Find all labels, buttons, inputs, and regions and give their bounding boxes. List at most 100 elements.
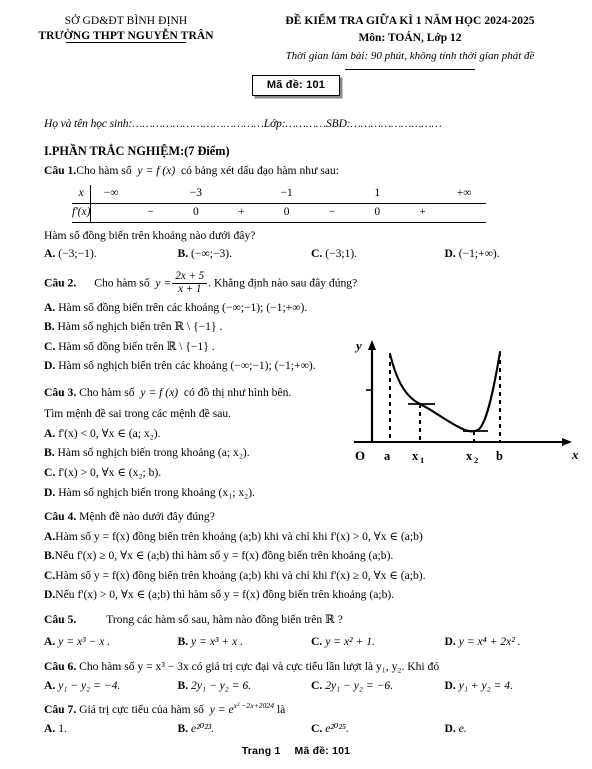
graph-tick-label-x2: x — [466, 449, 473, 463]
question-1-option-b[interactable]: B. (−∞;−3). — [178, 246, 312, 262]
question-5-stem: Trong các hàm số sau, hàm nào đồng biến … — [106, 612, 343, 626]
footer-page-label: Trang 1 — [241, 745, 281, 757]
question-4-stem: Mệnh đề nào dưới đây đúng? — [79, 510, 215, 524]
question-4-option-b[interactable]: B.Nếu f'(x) ≥ 0, ∀x ∈ (a;b) thì hàm số y… — [44, 548, 578, 564]
school-name: TRƯỜNG THPT NGUYỄN TRÂN — [38, 29, 214, 44]
question-3-number: Câu 3. — [44, 385, 77, 399]
question-4-number: Câu 4. — [44, 510, 77, 524]
question-1-option-c[interactable]: C. (−3;1). — [311, 246, 445, 262]
question-1: Câu 1.Cho hàm số y = f (x) có bảng xét d… — [44, 163, 578, 179]
question-7-number: Câu 7. — [44, 702, 77, 716]
question-3-option-c[interactable]: C. f'(x) > 0, ∀x ∈ (x₂; b). — [44, 465, 578, 481]
question-3-stem-post: có đồ thị như hình bên. — [183, 385, 292, 399]
graph-origin-label: O — [355, 448, 365, 463]
question-7-option-a[interactable]: A. 1. — [44, 721, 178, 737]
question-6-options: A. y₁ − y₂ = −4. B. 2y₁ − y₂ = 6. C. 2y₁… — [44, 678, 578, 694]
sign-table-derivative-label: f'(x) — [72, 203, 92, 223]
exam-duration: Thời gian làm bài: 90 phút, không tính t… — [286, 49, 534, 70]
question-7-exponent: x² −2x+2024 — [233, 700, 275, 710]
question-1-subquestion: Hàm số đồng biến trên khoảng nào dưới đâ… — [44, 228, 256, 242]
graph-x-label: x — [571, 447, 579, 462]
question-6: Câu 6. Cho hàm số y = x³ − 3x có giá trị… — [44, 659, 578, 675]
sign-table-question-1: x −∞ −3 −1 1 +∞ f'(x) − 0 + 0 − 0 + — [72, 184, 486, 223]
sign-1: 0 — [170, 203, 222, 223]
sign-0: − — [130, 203, 171, 223]
page-header: SỞ GD&ĐT BÌNH ĐỊNH TRƯỜNG THPT NGUYỄN TR… — [0, 0, 592, 70]
exam-code-box: Mã đề: 101 — [251, 74, 341, 96]
question-5-option-b[interactable]: B. y = x³ + x . — [178, 634, 312, 650]
exam-code-value: 101 — [306, 78, 326, 91]
student-info-line: Họ và tên học sinh:…………………………………Lớp:…………… — [44, 117, 442, 130]
question-6-option-d[interactable]: D. y₁ + y₂ = 4. — [445, 678, 579, 694]
question-5: Câu 5. Trong các hàm số sau, hàm nào đồng… — [44, 612, 578, 628]
exam-title-block: ĐỀ KIỂM TRA GIỮA KÌ 1 NĂM HỌC 2024-2025 … — [240, 14, 580, 70]
table-row-x: x −∞ −3 −1 1 +∞ — [72, 184, 486, 204]
function-graph-figure: y x O a x 1 x 2 b — [350, 334, 586, 464]
section-title: I.PHẦN TRẮC NGHIỆM:(7 Điểm) — [44, 143, 230, 158]
sign-2: + — [221, 203, 261, 223]
question-1-stem-pre: Cho hàm số — [76, 164, 132, 178]
question-2-stem-pre: Cho hàm số — [94, 276, 150, 290]
question-6-option-a[interactable]: A. y₁ − y₂ = −4. — [44, 678, 178, 694]
question-1-formula: y = f (x) — [134, 164, 179, 178]
exam-title: ĐỀ KIỂM TRA GIỮA KÌ 1 NĂM HỌC 2024-2025 — [285, 15, 535, 27]
question-4-option-c[interactable]: C.Hàm số y = f(x) đồng biến trên khoảng … — [44, 568, 578, 584]
question-2-fraction: 2x + 5x + 1 — [172, 270, 208, 296]
question-7-stem-pre: Giá trị cực tiểu của hàm số — [79, 702, 204, 716]
question-7-options: A. 1. B. e²⁰²³. C. e²⁰²⁵. D. e. — [44, 721, 578, 737]
question-5-number: Câu 5. — [44, 612, 77, 626]
question-6-number: Câu 6. — [44, 659, 77, 673]
question-1-option-a[interactable]: A. (−3;−1). — [44, 246, 178, 262]
question-7-option-d[interactable]: D. e. — [445, 721, 579, 737]
sign-3: 0 — [260, 203, 313, 223]
question-2-stem-post: . Khẳng định nào sau đây đúng? — [208, 276, 358, 290]
question-4-option-d[interactable]: D.Nếu f'(x) > 0, ∀x ∈ (a;b) thì hàm số y… — [44, 587, 578, 603]
question-6-option-b[interactable]: B. 2y₁ − y₂ = 6. — [178, 678, 312, 694]
x-value-1: −3 — [170, 184, 222, 204]
question-4: Câu 4. Mệnh đề nào dưới đây đúng? — [44, 509, 578, 525]
graph-tick-label-x1-sub: 1 — [420, 455, 424, 464]
x-value-4: +∞ — [442, 184, 486, 204]
exam-code-label: Mã đề: — [266, 78, 303, 91]
question-1-options: A. (−3;−1). B. (−∞;−3). C. (−3;1). D. (−… — [44, 246, 578, 262]
department-name: SỞ GD&ĐT BÌNH ĐỊNH — [64, 15, 188, 27]
graph-tick-label-a: a — [384, 449, 391, 463]
graph-tick-label-b: b — [496, 449, 503, 463]
table-row-derivative: f'(x) − 0 + 0 − 0 + — [72, 203, 486, 223]
question-7-option-b[interactable]: B. e²⁰²³. — [178, 721, 312, 737]
question-5-option-c[interactable]: C. y = x² + 1. — [311, 634, 445, 650]
question-7-stem-post: là — [276, 702, 286, 716]
graph-tick-label-x2-sub: 2 — [474, 455, 478, 464]
question-1-option-d[interactable]: D. (−1;+∞). — [445, 246, 579, 262]
question-2-option-a[interactable]: A. Hàm số đồng biến trên các khoảng (−∞;… — [44, 300, 578, 316]
question-1-number: Câu 1. — [44, 164, 77, 178]
exam-page: SỞ GD&ĐT BÌNH ĐỊNH TRƯỜNG THPT NGUYỄN TR… — [0, 0, 592, 769]
question-2: Câu 2. Cho hàm số y = 2x + 5x + 1. Khẳng đ… — [44, 269, 358, 296]
question-2-number: Câu 2. — [44, 276, 77, 290]
sign-6: + — [402, 203, 443, 223]
graph-y-label: y — [354, 338, 362, 353]
question-5-option-a[interactable]: A. y = x³ − x . — [44, 634, 178, 650]
question-2-option-b[interactable]: B. Hàm số nghịch biến trên ℝ \ {−1} . — [44, 319, 578, 335]
sign-table-x-label: x — [72, 184, 92, 204]
x-value-0: −∞ — [90, 184, 131, 204]
question-6-option-c[interactable]: C. 2y₁ − y₂ = −6. — [311, 678, 445, 694]
sign-5: 0 — [351, 203, 403, 223]
graph-tick-label-x1: x — [412, 449, 419, 463]
question-1-stem-post: có bảng xét dấu đạo hàm như sau: — [181, 164, 339, 178]
question-3-option-d[interactable]: D. Hàm số nghịch biến trong khoảng (x₁; … — [44, 485, 578, 501]
school-block: SỞ GD&ĐT BÌNH ĐỊNH TRƯỜNG THPT NGUYỄN TR… — [12, 14, 240, 67]
question-5-option-d[interactable]: D. y = x⁴ + 2x² . — [445, 634, 579, 650]
question-6-stem: Cho hàm số y = x³ − 3x có giá trị cực đạ… — [79, 659, 440, 673]
footer-exam-code: Mã đề: 101 — [294, 745, 351, 757]
page-footer: Trang 1 Mã đề: 101 — [0, 745, 592, 757]
exam-subject: Môn: TOÁN, Lớp 12 — [358, 31, 462, 44]
question-7: Câu 7. Giá trị cực tiểu của hàm số y = e… — [44, 700, 286, 716]
question-7-option-c[interactable]: C. e²⁰²⁵. — [311, 721, 445, 737]
question-3-stem-pre: Cho hàm số — [79, 385, 135, 399]
sign-4: − — [312, 203, 352, 223]
x-value-3: 1 — [351, 184, 403, 204]
question-4-option-a[interactable]: A.Hàm số y = f(x) đồng biến trên khoảng … — [44, 529, 578, 545]
x-value-2: −1 — [260, 184, 313, 204]
question-5-options: A. y = x³ − x . B. y = x³ + x . C. y = x… — [44, 634, 578, 650]
